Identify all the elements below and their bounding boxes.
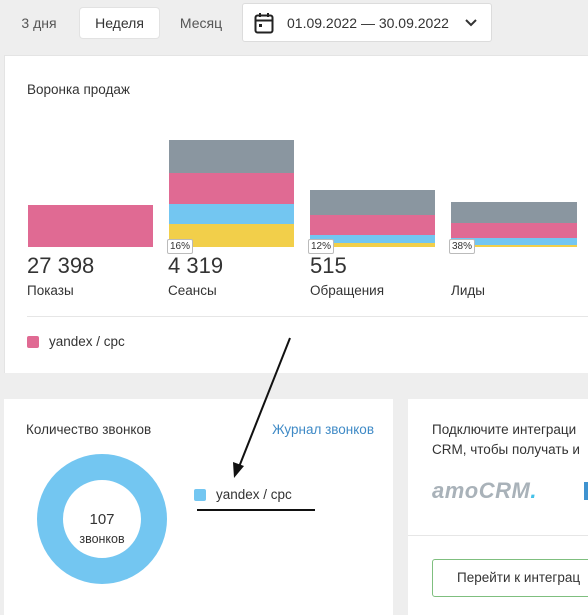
sales-funnel-card: Воронка продаж 27 398 Показы 16% 4 319 С… — [4, 55, 588, 373]
funnel-bar-sessions-gray — [169, 140, 294, 173]
calls-title: Количество звонков — [26, 422, 152, 437]
calls-total-value: 107 — [89, 511, 115, 528]
requests-value: 515 — [310, 253, 347, 278]
impressions-value: 27 398 — [27, 253, 95, 278]
impressions-label: Показы — [27, 283, 74, 298]
legend-swatch-pink — [27, 335, 39, 348]
amocrm-logo-dot: . — [530, 478, 537, 503]
chevron-down-icon — [465, 19, 477, 27]
funnel-bar-leads-gray — [451, 202, 577, 223]
funnel-bar-requests-pink — [310, 215, 435, 235]
sessions-percent-badge: 16% — [167, 239, 194, 254]
leads-label: Лиды — [451, 283, 485, 298]
requests-percent-badge: 12% — [308, 239, 335, 254]
funnel-bar-requests-gray — [310, 190, 435, 215]
funnel-bar-sessions-blue — [169, 204, 294, 224]
funnel-bars — [28, 140, 577, 247]
crm-text-line-1: Подключите интеграци — [432, 422, 577, 437]
legend-swatch-blue — [194, 488, 206, 501]
crm-text-line-2: CRM, чтобы получать и — [432, 442, 580, 457]
calls-legend-label: yandex / cpc — [216, 487, 292, 502]
funnel-bar-impressions — [28, 205, 153, 247]
period-month-button[interactable]: Месяц — [168, 8, 234, 38]
date-range-picker[interactable]: 01.09.2022 — 30.09.2022 — [242, 3, 492, 42]
requests-label: Обращения — [310, 283, 385, 298]
crm-description: Подключите интеграци CRM, чтобы получать… — [432, 420, 580, 460]
sessions-label: Сеансы — [168, 283, 217, 298]
funnel-bar-sessions-pink — [169, 173, 294, 204]
period-toolbar: 3 дня Неделя Месяц 01.09.2022 — 30.09.20… — [0, 0, 588, 46]
funnel-legend-label: yandex / cpc — [49, 334, 125, 349]
leads-percent-badge: 38% — [449, 239, 476, 254]
period-3-days-button[interactable]: 3 дня — [10, 8, 68, 38]
calls-legend-item[interactable]: yandex / cpc — [194, 487, 292, 502]
calls-total-label: звонков — [79, 532, 125, 546]
date-range-value: 01.09.2022 — 30.09.2022 — [287, 15, 449, 31]
amocrm-logo[interactable]: amoCRM. — [432, 478, 537, 504]
funnel-divider — [27, 316, 588, 317]
sessions-value: 4 319 — [168, 253, 224, 278]
crm-integration-card: Подключите интеграци CRM, чтобы получать… — [408, 399, 588, 615]
calls-card: Количество звонков Журнал звонков 107 зв… — [4, 399, 393, 615]
annotation-underline — [197, 509, 315, 511]
crm-logo-edge — [584, 482, 588, 500]
amocrm-logo-text: amoCRM — [432, 478, 531, 503]
calls-log-link[interactable]: Журнал звонков — [272, 422, 374, 437]
funnel-legend-item[interactable]: yandex / cpc — [27, 334, 125, 349]
crm-divider — [408, 535, 588, 536]
funnel-bar-leads-pink — [451, 223, 577, 238]
go-to-integration-button[interactable]: Перейти к интеграц — [432, 559, 588, 597]
calendar-icon — [254, 13, 274, 34]
period-week-button[interactable]: Неделя — [80, 8, 159, 38]
